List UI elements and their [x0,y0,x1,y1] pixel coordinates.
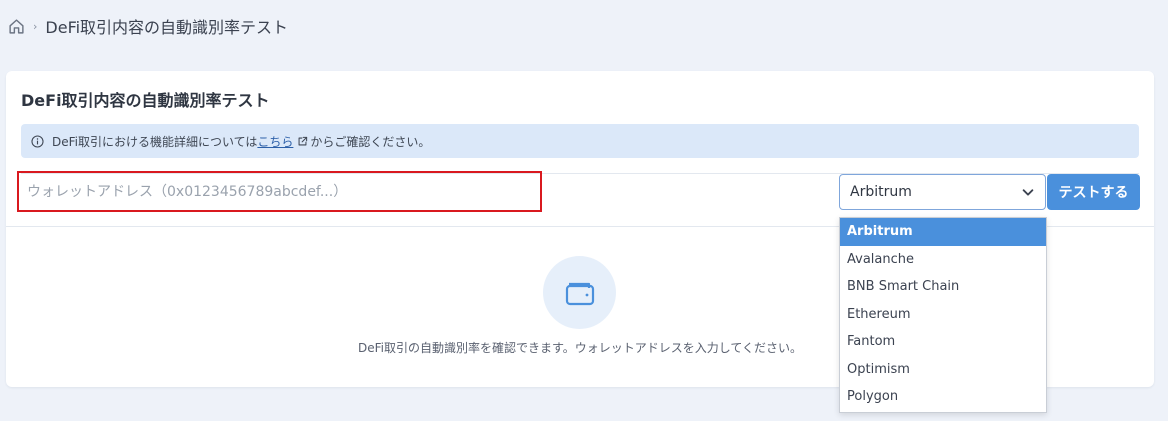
info-text-prefix: DeFi取引における機能詳細については [52,134,258,149]
info-link[interactable]: こちら [257,133,293,150]
breadcrumb: › DeFi取引内容の自動識別率テスト [8,14,288,38]
chevron-down-icon [1021,185,1035,199]
info-text-suffix: からご確認ください。 [310,134,431,149]
info-banner: DeFi取引における機能詳細については こちら からご確認ください。 [21,124,1139,158]
chain-option-avalanche[interactable]: Avalanche [840,246,1046,274]
wallet-icon [543,256,616,329]
address-field-highlight [17,171,542,212]
chain-option-fantom[interactable]: Fantom [840,328,1046,356]
breadcrumb-current: DeFi取引内容の自動識別率テスト [45,18,289,37]
chain-option-arbitrum[interactable]: Arbitrum [840,218,1046,246]
chain-select-value: Arbitrum [850,184,912,200]
chain-dropdown-list: Arbitrum Avalanche BNB Smart Chain Ether… [839,217,1047,413]
chain-select[interactable]: Arbitrum [839,174,1046,210]
test-button[interactable]: テストする [1047,174,1140,210]
chain-option-ethereum[interactable]: Ethereum [840,301,1046,329]
chain-option-bnb-smart-chain[interactable]: BNB Smart Chain [840,273,1046,301]
home-icon[interactable] [8,18,25,35]
breadcrumb-separator-icon: › [33,19,38,33]
card-title: DeFi取引内容の自動識別率テスト [21,91,270,110]
wallet-address-input[interactable] [27,178,527,205]
chain-option-optimism[interactable]: Optimism [840,356,1046,384]
info-icon [31,134,44,148]
chain-option-polygon[interactable]: Polygon [840,383,1046,411]
external-link-icon[interactable] [297,136,308,147]
